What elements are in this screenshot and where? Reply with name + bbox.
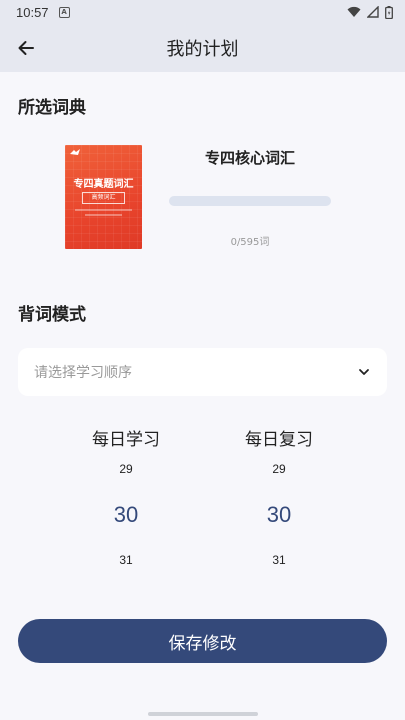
daily-review-option-next[interactable]: 31 xyxy=(219,553,339,567)
status-icons xyxy=(347,5,393,19)
home-indicator[interactable] xyxy=(147,712,258,716)
page-title: 我的计划 xyxy=(166,39,239,60)
app-bar: 我的计划 xyxy=(0,24,405,72)
daily-review-selected-value[interactable]: 30 xyxy=(219,502,339,528)
daily-review-option-prev[interactable]: 29 xyxy=(219,462,339,476)
book-cover[interactable]: 专四真题词汇 高频词汇 xyxy=(65,145,142,249)
daily-review-label: 每日复习 xyxy=(245,430,313,450)
cover-title: 专四真题词汇 xyxy=(73,179,134,190)
cover-text-line xyxy=(85,214,122,216)
study-order-placeholder: 请选择学习顺序 xyxy=(34,365,132,381)
wifi-icon xyxy=(347,6,361,17)
daily-study-option-prev[interactable]: 29 xyxy=(66,462,186,476)
back-button[interactable] xyxy=(14,36,38,60)
status-bar: 10:57 A xyxy=(0,0,405,24)
daily-study-selected-value[interactable]: 30 xyxy=(66,502,186,528)
study-order-select[interactable]: 请选择学习顺序 xyxy=(18,348,387,396)
daily-study-label: 每日学习 xyxy=(92,430,160,450)
battery-icon xyxy=(385,5,393,19)
cover-subtitle: 高频词汇 xyxy=(82,192,125,204)
section-title-dictionary: 所选词典 xyxy=(18,98,86,118)
book-name: 专四核心词汇 xyxy=(204,149,295,167)
gesture-nav-bar xyxy=(0,708,405,720)
signal-icon xyxy=(367,6,379,18)
save-button[interactable]: 保存修改 xyxy=(18,619,387,663)
progress-text: 0/595词 xyxy=(230,237,270,248)
status-time: 10:57 xyxy=(16,4,49,20)
daily-study-option-next[interactable]: 31 xyxy=(66,553,186,567)
progress-bar xyxy=(169,196,331,206)
cover-logo-icon xyxy=(70,149,80,155)
arrow-left-icon xyxy=(18,41,34,55)
section-title-mode: 背词模式 xyxy=(18,305,86,325)
chevron-down-icon xyxy=(357,365,371,379)
notification-icon: A xyxy=(58,6,70,18)
cover-text-line xyxy=(75,209,132,211)
